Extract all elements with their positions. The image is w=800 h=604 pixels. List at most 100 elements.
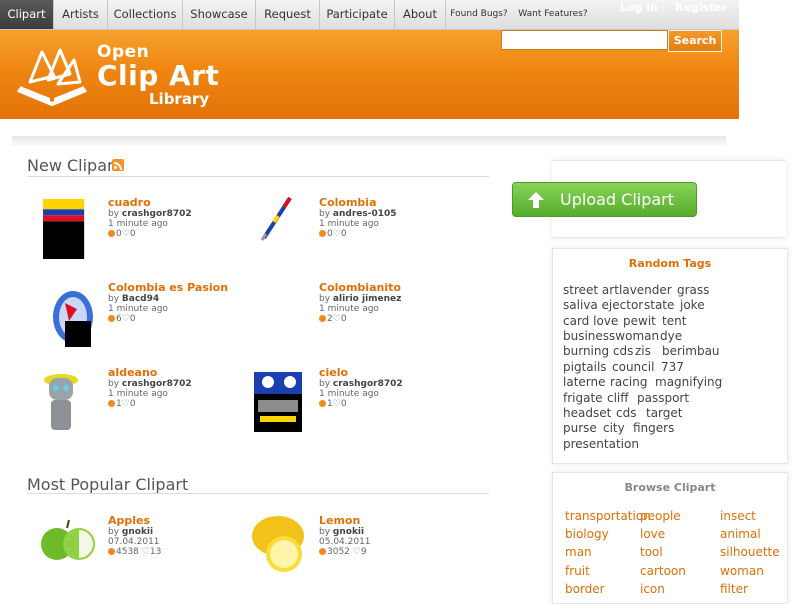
category-link[interactable]: icon [640, 582, 665, 596]
category-link[interactable]: animal [720, 527, 761, 541]
nav-showcase[interactable]: Showcase [183, 0, 256, 29]
tag-link[interactable]: target [646, 406, 683, 420]
clipart-title[interactable]: Apples [108, 514, 150, 527]
category-link[interactable]: love [640, 527, 665, 541]
tag-link[interactable]: pewit [623, 314, 656, 328]
clipart-author-line: by alirio jimenez [319, 294, 401, 304]
logo-text-library: Library [149, 90, 210, 108]
tag-link[interactable]: businesswoman [563, 329, 659, 343]
tag-link[interactable]: card love [563, 314, 618, 328]
category-link[interactable]: border [565, 582, 605, 596]
tag-link[interactable]: cds [616, 406, 636, 420]
clipart-stats: 1♡0 [108, 399, 136, 409]
tag-link[interactable]: dye [660, 329, 682, 343]
clipart-stats: 1♡0 [319, 399, 347, 409]
category-link[interactable]: silhouette [720, 545, 780, 559]
login-link[interactable]: Log in [620, 0, 658, 16]
download-icon [319, 548, 326, 555]
tag-link[interactable]: racing [610, 375, 647, 389]
heart-icon: ♡ [332, 399, 341, 409]
nav-collections[interactable]: Collections [108, 0, 183, 29]
open-book-logo-icon[interactable] [14, 46, 90, 110]
category-link[interactable]: fruit [565, 564, 590, 578]
category-link[interactable]: transportation [565, 509, 651, 523]
category-link[interactable]: cartoon [640, 564, 686, 578]
tag-link[interactable]: council [612, 360, 654, 374]
register-link[interactable]: Register [675, 0, 727, 16]
tag-link[interactable]: laterne [563, 375, 606, 389]
category-link[interactable]: biology [565, 527, 609, 541]
tag-link[interactable]: saliva ejector [563, 298, 643, 312]
clipart-author[interactable]: gnokii [122, 527, 153, 537]
tag-link[interactable]: presentation [563, 437, 639, 451]
clipart-thumbnail[interactable] [254, 281, 310, 351]
clipart-title[interactable]: Lemon [319, 514, 360, 527]
clipart-thumbnail[interactable] [43, 281, 99, 351]
rss-feed-icon[interactable] [112, 159, 124, 171]
tag-link[interactable]: passport [637, 391, 689, 405]
tag-link[interactable]: headset [563, 406, 611, 420]
clipart-title[interactable]: Colombia [319, 196, 377, 209]
nav-artists[interactable]: Artists [54, 0, 108, 29]
clipart-title[interactable]: aldeano [108, 366, 157, 379]
tag-link[interactable]: burning cds [563, 344, 633, 358]
clipart-title[interactable]: Colombia es Pasion [108, 281, 228, 294]
clipart-author[interactable]: crashgor8702 [122, 379, 192, 389]
nav-clipart[interactable]: Clipart [0, 0, 54, 29]
clipart-thumbnail[interactable] [254, 366, 310, 436]
category-link[interactable]: man [565, 545, 592, 559]
tag-link[interactable]: berimbau [662, 344, 720, 358]
clipart-thumbnail[interactable] [43, 196, 91, 262]
tag-link[interactable]: frigate [563, 391, 603, 405]
tag-link[interactable]: city [603, 421, 625, 435]
tag-link[interactable]: joke [680, 298, 705, 312]
nav-participate[interactable]: Participate [320, 0, 395, 29]
tag-link[interactable]: street art [563, 283, 619, 297]
clipart-thumbnail[interactable] [246, 514, 310, 584]
category-link[interactable]: woman [720, 564, 764, 578]
clipart-author[interactable]: andres-0105 [333, 209, 397, 219]
category-link[interactable]: people [640, 509, 681, 523]
clipart-thumbnail[interactable] [43, 366, 99, 436]
tag-link[interactable]: zis [635, 344, 651, 358]
clipart-author[interactable]: crashgor8702 [122, 209, 192, 219]
clipart-title[interactable]: Colombianito [319, 281, 401, 294]
nav-found-bugs[interactable]: Found Bugs? [446, 0, 512, 29]
clipart-title[interactable]: cuadro [108, 196, 151, 209]
clipart-thumbnail[interactable] [34, 514, 100, 584]
nav-request[interactable]: Request [256, 0, 320, 29]
download-icon [319, 400, 326, 407]
clipart-author[interactable]: Bacd94 [122, 294, 159, 304]
tag-link[interactable]: pigtails [563, 360, 607, 374]
tag-link[interactable]: tent [662, 314, 686, 328]
category-link[interactable]: insect [720, 509, 756, 523]
nav-about[interactable]: About [395, 0, 446, 29]
category-link[interactable]: filter [720, 582, 748, 596]
tag-link[interactable]: grass [677, 283, 709, 297]
search-input[interactable] [501, 30, 668, 50]
upload-clipart-button[interactable]: Upload Clipart [512, 182, 697, 217]
clipart-author-line: by Bacd94 [108, 294, 159, 304]
like-count: 13 [149, 547, 162, 557]
content-top-shade [12, 136, 726, 146]
download-count: 3052 [327, 547, 350, 557]
search-button[interactable]: Search [668, 30, 722, 52]
tag-link[interactable]: 737 [661, 360, 684, 374]
clipart-author[interactable]: alirio jimenez [333, 294, 401, 304]
logo-text-clipart: Clip Art [97, 59, 220, 92]
tag-link[interactable]: lavender [619, 283, 672, 297]
clipart-author[interactable]: crashgor8702 [333, 379, 403, 389]
tag-link[interactable]: fingers [633, 421, 674, 435]
tag-link[interactable]: purse [563, 421, 597, 435]
clipart-thumbnail[interactable] [254, 196, 310, 266]
clipart-author[interactable]: gnokii [333, 527, 364, 537]
category-link[interactable]: tool [640, 545, 663, 559]
nav-want-features[interactable]: Want Features? [514, 0, 592, 29]
tag-link[interactable]: cliff [607, 391, 629, 405]
tag-link[interactable]: magnifying [655, 375, 722, 389]
clipart-title[interactable]: cielo [319, 366, 348, 379]
clipart-author-line: by gnokii [108, 527, 153, 537]
popular-clipart-heading: Most Popular Clipart [27, 475, 189, 494]
clipart-author-line: by crashgor8702 [108, 209, 192, 219]
tag-link[interactable]: state [644, 298, 674, 312]
